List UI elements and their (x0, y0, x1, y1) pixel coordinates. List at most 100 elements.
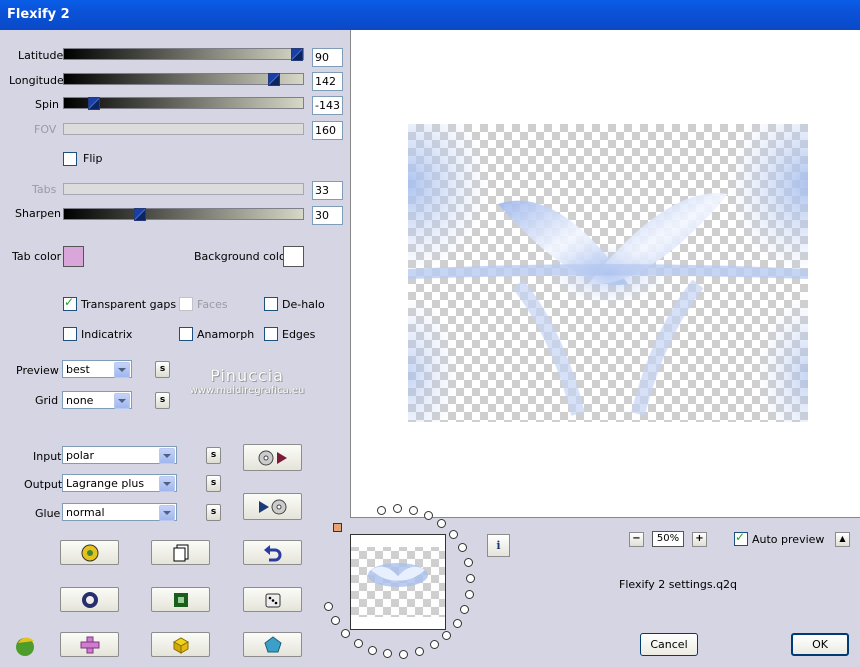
output-select[interactable]: Lagrange plus (62, 474, 177, 492)
spin-label: Spin (35, 98, 59, 111)
tabs-value[interactable]: 33 (312, 181, 343, 200)
sharpen-value[interactable]: 30 (312, 206, 343, 225)
glue-select[interactable]: normal (62, 503, 177, 521)
auto-preview-checkbox[interactable]: ✓ (734, 530, 748, 546)
longitude-slider-thumb[interactable] (268, 73, 280, 86)
faces-label: Faces (197, 298, 228, 311)
preview-s-button[interactable]: s (155, 361, 170, 378)
longitude-value[interactable]: 142 (312, 72, 343, 91)
undo-button[interactable] (243, 540, 302, 565)
anamorph-checkbox[interactable] (179, 327, 193, 341)
sharpen-slider-thumb[interactable] (134, 208, 146, 221)
input-select[interactable]: polar (62, 446, 177, 464)
navigator-dial-dot[interactable] (465, 573, 475, 583)
output-s-button[interactable]: s (206, 475, 221, 492)
spin-slider-thumb[interactable] (88, 97, 100, 110)
edges-checkbox[interactable] (264, 327, 278, 341)
randomize-button[interactable] (60, 540, 119, 565)
navigator-dial-dot[interactable] (341, 628, 351, 638)
copy-button[interactable] (151, 540, 210, 565)
navigator-dial-dot[interactable] (324, 601, 334, 611)
grid-select[interactable]: none (62, 391, 132, 409)
navigator-dial-dot[interactable] (442, 630, 452, 640)
navigator-dial-dot[interactable] (429, 640, 439, 650)
de-halo-checkbox[interactable] (264, 297, 278, 311)
background-color-swatch[interactable] (283, 246, 304, 267)
navigator-dial-dot[interactable] (460, 604, 470, 614)
preview-select[interactable]: best (62, 360, 132, 378)
chevron-down-icon[interactable] (159, 448, 175, 464)
navigator-dial-dot[interactable] (437, 519, 447, 529)
navigator-handle[interactable] (333, 523, 342, 532)
chevron-down-icon[interactable] (159, 505, 175, 521)
navigator-dial-dot[interactable] (377, 505, 387, 515)
navigator-dial-dot[interactable] (463, 558, 473, 568)
cube-button[interactable] (151, 632, 210, 657)
cross-button[interactable] (60, 632, 119, 657)
chevron-down-icon[interactable] (114, 393, 130, 409)
watermark-url: www.maidiregrafica.eu (189, 385, 305, 396)
spin-value[interactable]: -143 (312, 96, 343, 115)
tab-color-swatch[interactable] (63, 246, 84, 267)
navigator-dial-dot[interactable] (353, 638, 363, 648)
square-button[interactable] (151, 587, 210, 612)
info-button[interactable]: i (487, 534, 510, 557)
title-bar: Flexify 2 (0, 0, 860, 30)
ok-button[interactable]: OK (791, 633, 849, 656)
chevron-down-icon[interactable] (114, 362, 130, 378)
navigator-dial-dot[interactable] (383, 649, 393, 659)
zoom-level: 50% (652, 531, 684, 547)
check-icon: ✓ (64, 295, 75, 309)
navigator-thumbnail[interactable] (350, 534, 446, 630)
zoom-in-button[interactable]: + (692, 532, 707, 547)
ring-icon (81, 591, 98, 608)
navigator-dial-dot[interactable] (452, 618, 462, 628)
input-label: Input (33, 450, 62, 463)
faces-checkbox (179, 297, 193, 311)
glue-s-button[interactable]: s (206, 504, 221, 521)
navigator-dial-dot[interactable] (464, 589, 474, 599)
navigator-dial-dot[interactable] (408, 505, 418, 515)
navigator-dial-dot[interactable] (423, 510, 433, 520)
sharpen-slider[interactable] (63, 208, 304, 221)
longitude-slider[interactable] (63, 73, 304, 86)
tab-color-label: Tab color (12, 250, 62, 263)
edges-label: Edges (282, 328, 316, 341)
flip-checkbox[interactable] (63, 152, 77, 166)
pentagon-button[interactable] (243, 632, 302, 657)
transparent-gaps-label: Transparent gaps (81, 298, 177, 311)
latitude-slider[interactable] (63, 48, 304, 61)
navigator-dial-dot[interactable] (393, 504, 402, 513)
navigator-dial-dot[interactable] (414, 646, 424, 656)
load-from-disk-button[interactable] (243, 444, 302, 471)
glue-label: Glue (35, 507, 61, 520)
dice-button[interactable] (243, 587, 302, 612)
save-to-disk-button[interactable] (243, 493, 302, 520)
latitude-value[interactable]: 90 (312, 48, 343, 67)
grid-label: Grid (35, 394, 59, 407)
grid-s-button[interactable]: s (155, 392, 170, 409)
tabs-label: Tabs (32, 183, 57, 196)
indicatrix-checkbox[interactable] (63, 327, 77, 341)
navigator-dial-dot[interactable] (448, 530, 458, 540)
chevron-down-icon[interactable] (159, 476, 175, 492)
zoom-out-button[interactable]: − (629, 532, 644, 547)
input-s-button[interactable]: s (206, 447, 221, 464)
de-halo-label: De-halo (282, 298, 325, 311)
fov-value[interactable]: 160 (312, 121, 343, 140)
input-select-value: polar (66, 449, 95, 462)
spin-slider[interactable] (63, 97, 304, 110)
output-label: Output (24, 478, 63, 491)
navigator-dial-dot[interactable] (457, 543, 467, 553)
ring-button[interactable] (60, 587, 119, 612)
watermark-name: Pinuccia (210, 366, 284, 385)
transparent-gaps-checkbox[interactable]: ✓ (63, 295, 77, 311)
grid-select-value: none (66, 394, 94, 407)
navigator-dial-dot[interactable] (399, 649, 409, 659)
navigator-dial-dot[interactable] (331, 616, 341, 626)
auto-preview-label: Auto preview (752, 533, 825, 546)
latitude-slider-thumb[interactable] (291, 48, 303, 61)
navigator-dial-dot[interactable] (368, 645, 378, 655)
expand-up-button[interactable]: ▲ (835, 532, 850, 547)
cancel-button[interactable]: Cancel (640, 633, 698, 656)
